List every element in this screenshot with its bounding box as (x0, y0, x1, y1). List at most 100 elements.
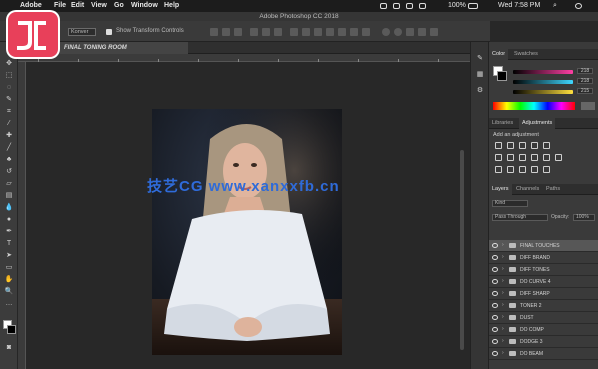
gradient-tool-icon[interactable]: ▤ (4, 192, 14, 199)
layer-row[interactable]: › DO COMP (489, 324, 598, 336)
3d-scale-icon[interactable] (430, 28, 438, 36)
chevron-right-icon[interactable]: › (502, 242, 504, 249)
blend-mode-dropdown[interactable]: Pass Through (492, 214, 548, 221)
tab-color[interactable]: Color (489, 49, 509, 60)
eyedropper-tool-icon[interactable]: ⁄ (4, 120, 14, 127)
eye-icon[interactable] (492, 351, 498, 356)
background-color-swatch[interactable] (7, 325, 16, 334)
eye-icon[interactable] (492, 255, 498, 260)
layer-row[interactable]: › TONER 2 (489, 300, 598, 312)
kind-filter-dropdown[interactable]: Kind (492, 200, 528, 207)
green-slider[interactable] (513, 80, 573, 84)
align-top-icon[interactable] (250, 28, 258, 36)
menu-help[interactable]: Help (164, 0, 179, 12)
green-value[interactable]: 218 (577, 78, 593, 84)
marquee-tool-icon[interactable]: ⬚ (4, 72, 14, 79)
tray-app-icon[interactable] (380, 3, 387, 9)
menu-edit[interactable]: Edit (71, 0, 84, 12)
document-tab[interactable]: FINAL TONING ROOM (58, 42, 188, 54)
color-lookup-icon[interactable] (555, 154, 562, 161)
auto-align-icon[interactable] (362, 28, 370, 36)
color-background-swatch[interactable] (497, 71, 507, 81)
eye-icon[interactable] (492, 303, 498, 308)
clock[interactable]: Wed 7:58 PM (498, 0, 540, 12)
portrait-photo[interactable] (152, 109, 342, 355)
tray-creative-cloud-icon[interactable] (406, 3, 413, 9)
quick-select-tool-icon[interactable]: ✎ (4, 96, 14, 103)
layer-row[interactable]: › DO CURVE 4 (489, 276, 598, 288)
properties-panel-icon[interactable]: ⚙ (475, 86, 485, 95)
curves-icon[interactable] (519, 142, 526, 149)
edit-toolbar-icon[interactable]: … (4, 300, 14, 307)
color-spectrum-bar[interactable] (493, 102, 575, 110)
gradient-map-icon[interactable] (531, 166, 538, 173)
red-slider[interactable] (513, 70, 573, 74)
tab-channels[interactable]: Channels (513, 184, 542, 195)
menu-app-name[interactable]: Adobe (20, 0, 42, 12)
distribute-bottom-icon[interactable] (314, 28, 322, 36)
chevron-right-icon[interactable]: › (502, 338, 504, 345)
tray-dropbox-icon[interactable] (393, 3, 400, 9)
tab-paths[interactable]: Paths (543, 184, 563, 195)
eye-icon[interactable] (492, 315, 498, 320)
eye-icon[interactable] (492, 339, 498, 344)
menu-window[interactable]: Window (131, 0, 158, 12)
history-panel-icon[interactable]: ✎ (475, 54, 485, 63)
channel-mixer-icon[interactable] (543, 154, 550, 161)
layer-row[interactable]: › DIFF BRAND (489, 252, 598, 264)
brightness-icon[interactable] (495, 142, 502, 149)
color-balance-icon[interactable] (507, 154, 514, 161)
blue-value[interactable]: 215 (577, 88, 593, 94)
blue-slider[interactable] (513, 90, 573, 94)
brush-settings-icon[interactable]: ▦ (475, 70, 485, 79)
tab-libraries[interactable]: Libraries (489, 118, 516, 129)
eye-icon[interactable] (492, 327, 498, 332)
chevron-right-icon[interactable]: › (502, 278, 504, 285)
search-icon[interactable]: ⌕ (553, 0, 557, 12)
battery-icon[interactable] (468, 3, 478, 9)
transform-checkbox[interactable] (106, 29, 112, 35)
move-tool-icon[interactable]: ✥ (4, 60, 14, 67)
history-brush-tool-icon[interactable]: ↺ (4, 168, 14, 175)
opacity-field[interactable]: 100% (573, 214, 595, 221)
invert-icon[interactable] (495, 166, 502, 173)
chevron-right-icon[interactable]: › (502, 290, 504, 297)
eye-icon[interactable] (492, 243, 498, 248)
shape-tool-icon[interactable]: ▭ (4, 264, 14, 271)
3d-pan-icon[interactable] (406, 28, 414, 36)
healing-brush-tool-icon[interactable]: ✚ (4, 132, 14, 139)
canvas-vertical-scrollbar[interactable] (460, 150, 464, 350)
auto-select-dropdown[interactable]: Konver (68, 28, 96, 36)
wifi-icon[interactable] (419, 3, 426, 9)
zoom-tool-icon[interactable]: 🔍 (4, 288, 14, 295)
vibrance-icon[interactable] (543, 142, 550, 149)
type-tool-icon[interactable]: T (4, 240, 14, 247)
crop-tool-icon[interactable]: ⌗ (4, 108, 14, 115)
layer-row[interactable]: › DODGE 3 (489, 336, 598, 348)
eraser-tool-icon[interactable]: ▱ (4, 180, 14, 187)
layer-row[interactable]: › DUST (489, 312, 598, 324)
menu-view[interactable]: View (91, 0, 107, 12)
align-right-icon[interactable] (234, 28, 242, 36)
align-left-icon[interactable] (210, 28, 218, 36)
lasso-tool-icon[interactable]: ◌ (4, 84, 14, 91)
chevron-right-icon[interactable]: › (502, 302, 504, 309)
tab-adjustments[interactable]: Adjustments (519, 118, 556, 129)
quick-mask-icon[interactable]: ◙ (4, 344, 14, 351)
layer-row[interactable]: › FINAL TOUCHES (489, 240, 598, 252)
distribute-top-icon[interactable] (290, 28, 298, 36)
layer-row[interactable]: › DIFF TONES (489, 264, 598, 276)
3d-roll-icon[interactable] (394, 28, 402, 36)
pen-tool-icon[interactable]: ✒ (4, 228, 14, 235)
3d-orbit-icon[interactable] (382, 28, 390, 36)
path-selection-tool-icon[interactable]: ➤ (4, 252, 14, 259)
tab-swatches[interactable]: Swatches (511, 49, 541, 60)
hue-saturation-icon[interactable] (495, 154, 502, 161)
spectrum-swatch[interactable] (581, 102, 595, 110)
distribute-left-icon[interactable] (326, 28, 334, 36)
layer-row[interactable]: › DIFF SHARP (489, 288, 598, 300)
siri-icon[interactable] (575, 3, 582, 9)
menu-file[interactable]: File (54, 0, 66, 12)
photo-filter-icon[interactable] (531, 154, 538, 161)
layer-row[interactable]: › DO BEAM (489, 348, 598, 360)
